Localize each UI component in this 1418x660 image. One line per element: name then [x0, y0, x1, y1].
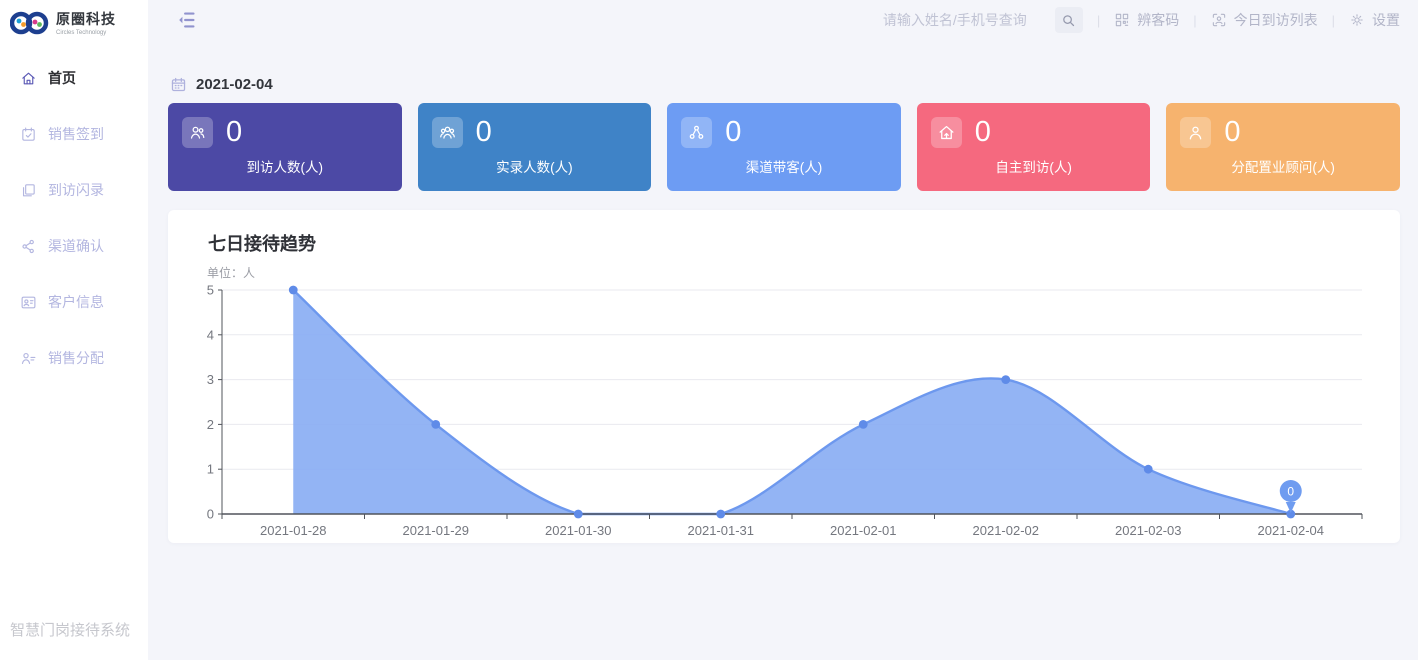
calendar-check-icon	[20, 126, 37, 143]
trend-area	[293, 290, 1291, 514]
header-action-label: 今日到访列表	[1234, 10, 1318, 30]
brand-name: 原圈科技	[56, 9, 116, 29]
header-divider: |	[1097, 13, 1100, 28]
collapse-sidebar-icon[interactable]	[176, 9, 198, 31]
chart-title: 七日接待趋势	[208, 230, 1400, 256]
x-axis-tick-label: 2021-02-01	[830, 523, 897, 537]
y-axis-tick-label: 4	[207, 327, 214, 342]
channel-icon	[681, 117, 712, 148]
sidebar-item-6[interactable]: 销售分配	[0, 344, 148, 372]
data-point-dot	[431, 420, 440, 429]
house-visit-icon	[931, 117, 962, 148]
qr-code-icon	[1114, 12, 1130, 28]
stat-card: 0 自主到访(人)	[917, 103, 1151, 191]
x-axis-tick-label: 2021-01-31	[688, 523, 755, 537]
stat-card: 0 到访人数(人)	[168, 103, 402, 191]
y-axis-tick-label: 2	[207, 417, 214, 432]
y-axis-tick-label: 1	[207, 462, 214, 477]
customer-card-icon	[20, 294, 37, 311]
consultant-icon	[1180, 117, 1211, 148]
stat-card-value: 0	[975, 116, 991, 149]
data-point-dot	[716, 510, 725, 519]
header-divider: |	[1332, 13, 1335, 28]
home-icon	[20, 70, 37, 87]
header-action-gear[interactable]: 设置	[1349, 10, 1400, 30]
topbar: | 辨客码 | 今日到访列表 | 设置	[168, 0, 1400, 40]
data-point-dot	[574, 510, 583, 519]
date-row: 2021-02-04	[170, 76, 1400, 93]
stat-card-label: 实录人数(人)	[418, 156, 652, 176]
x-axis-tick-label: 2021-02-04	[1258, 523, 1325, 537]
header-action-label: 辨客码	[1137, 10, 1179, 30]
sidebar-item-label: 销售分配	[48, 348, 104, 368]
stat-card: 0 渠道带客(人)	[667, 103, 901, 191]
endpoint-pin-label: 0	[1287, 485, 1294, 499]
x-axis-tick-label: 2021-02-02	[973, 523, 1040, 537]
share-nodes-icon	[20, 238, 37, 255]
brand-logo: 原圈科技 Circles Technology	[0, 0, 148, 36]
stat-card-label: 到访人数(人)	[168, 156, 402, 176]
sidebar-item-3[interactable]: 到访闪录	[0, 176, 148, 204]
data-point-dot	[289, 286, 298, 295]
search-button[interactable]	[1055, 7, 1083, 33]
calendar-icon	[170, 76, 187, 93]
brand-subtitle: Circles Technology	[56, 30, 116, 36]
sidebar-item-1[interactable]: 首页	[0, 64, 148, 92]
stat-card-value: 0	[476, 116, 492, 149]
x-axis-tick-label: 2021-01-28	[260, 523, 327, 537]
x-axis-tick-label: 2021-01-30	[545, 523, 612, 537]
stat-card: 0 分配置业顾问(人)	[1166, 103, 1400, 191]
group-icon	[432, 117, 463, 148]
sidebar-item-5[interactable]: 客户信息	[0, 288, 148, 316]
sidebar-item-label: 到访闪录	[48, 180, 104, 200]
x-axis-tick-label: 2021-01-29	[403, 523, 470, 537]
sidebar: 原圈科技 Circles Technology 首页销售签到到访闪录渠道确认客户…	[0, 0, 148, 660]
visitors-icon	[182, 117, 213, 148]
user-assign-icon	[20, 350, 37, 367]
sidebar-item-2[interactable]: 销售签到	[0, 120, 148, 148]
data-point-dot	[1144, 465, 1153, 474]
visitor-list-icon	[1211, 12, 1227, 28]
current-date: 2021-02-04	[196, 76, 273, 93]
seven-day-trend-chart: 0 1 2 3 4 5 2021-01-28 2021-01-29 2021-01-30 2021…	[168, 277, 1400, 537]
data-point-dot	[859, 420, 868, 429]
y-axis-tick-label: 3	[207, 372, 214, 387]
documents-icon	[20, 182, 37, 199]
topbar-actions: | 辨客码 | 今日到访列表 | 设置	[883, 7, 1400, 33]
sidebar-item-label: 首页	[48, 68, 76, 88]
sidebar-item-4[interactable]: 渠道确认	[0, 232, 148, 260]
stat-card-value: 0	[1224, 116, 1240, 149]
header-divider: |	[1193, 13, 1196, 28]
stat-card-value: 0	[226, 116, 242, 149]
stat-card-label: 渠道带客(人)	[667, 156, 901, 176]
y-axis-tick-label: 5	[207, 283, 214, 298]
sidebar-item-label: 销售签到	[48, 124, 104, 144]
system-title: 智慧门岗接待系统	[10, 619, 130, 640]
sidebar-menu: 首页销售签到到访闪录渠道确认客户信息销售分配	[0, 64, 148, 372]
stat-card-value: 0	[725, 116, 741, 149]
brand-logo-icon	[10, 10, 50, 36]
search-input[interactable]	[883, 12, 1053, 28]
search-icon	[1061, 13, 1076, 28]
stat-card-label: 分配置业顾问(人)	[1166, 156, 1400, 176]
data-point-dot	[1001, 375, 1010, 384]
stat-card-row: 0 到访人数(人) 0 实录人数(人) 0 渠道带客(人) 0 自主到访(人) …	[168, 103, 1400, 191]
header-action-label: 设置	[1372, 10, 1400, 30]
header-action-qr-code[interactable]: 辨客码	[1114, 10, 1179, 30]
header-action-visitor-list[interactable]: 今日到访列表	[1211, 10, 1318, 30]
sidebar-item-label: 客户信息	[48, 292, 104, 312]
main-area: | 辨客码 | 今日到访列表 | 设置 2021-02-04 0 到访人数(人) 0 实录…	[148, 0, 1418, 660]
trend-panel: 七日接待趋势 单位：人 0123452021-01-282021-01-2920…	[168, 210, 1400, 543]
sidebar-item-label: 渠道确认	[48, 236, 104, 256]
x-axis-tick-label: 2021-02-03	[1115, 523, 1182, 537]
gear-icon	[1349, 12, 1365, 28]
y-axis-tick-label: 0	[207, 507, 214, 522]
stat-card-label: 自主到访(人)	[917, 156, 1151, 176]
stat-card: 0 实录人数(人)	[418, 103, 652, 191]
header-action-list: | 辨客码 | 今日到访列表 | 设置	[1083, 10, 1400, 30]
